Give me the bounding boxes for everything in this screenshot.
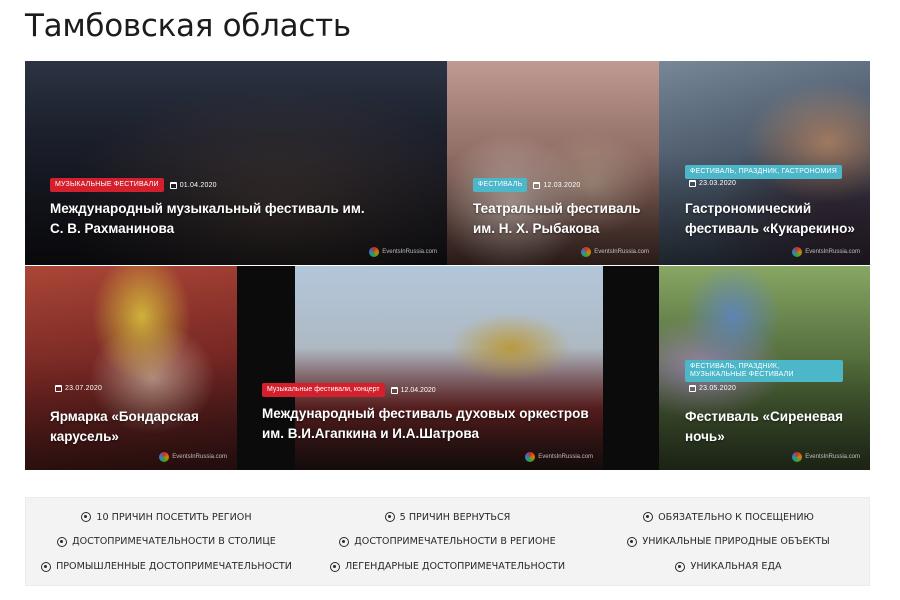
watermark-logo-icon <box>369 247 380 257</box>
watermark: EventsInRussia.com <box>792 247 860 257</box>
tile-meta-date: 23.05.2020 <box>689 385 736 392</box>
watermark-logo-icon <box>792 247 803 257</box>
tile-meta: Фестиваль, праздник, гастрономия <box>685 165 843 179</box>
watermark: EventsInRussia.com <box>159 452 227 462</box>
event-title[interactable]: Гастрономический фестиваль «Кукарекино» <box>685 199 855 239</box>
watermark: EventsInRussia.com <box>581 247 649 257</box>
watermark-logo-icon <box>159 452 170 462</box>
location-dot-icon <box>643 512 654 523</box>
category-badge[interactable]: Фестиваль <box>473 178 528 192</box>
watermark-logo-icon <box>792 452 803 462</box>
tile-meta: Фестиваль, праздник, музыкальные фестива… <box>685 360 843 382</box>
event-tile-kukarekino[interactable]: Фестиваль, праздник, гастрономия 23.03.2… <box>659 61 870 265</box>
calendar-icon <box>689 385 696 392</box>
event-date: 23.07.2020 <box>55 385 102 392</box>
location-dot-icon <box>675 561 686 572</box>
location-dot-icon <box>329 561 340 572</box>
event-date: 23.03.2020 <box>689 180 736 187</box>
event-tile-rachmaninov[interactable]: Музыкальные фестивали 01.04.2020 Междуна… <box>25 61 447 265</box>
event-title[interactable]: Театральный фестиваль им. Н. Х. Рыбакова <box>473 199 643 239</box>
link-10-reasons[interactable]: 10 причин посетить регион <box>26 505 307 530</box>
calendar-icon <box>169 181 177 189</box>
link-natural-sites[interactable]: Уникальные природные объекты <box>588 530 869 555</box>
location-dot-icon <box>81 512 92 523</box>
tile-meta: Фестиваль 12.03.2020 <box>473 178 580 192</box>
location-dot-icon <box>41 561 52 572</box>
watermark-logo-icon <box>581 247 592 257</box>
tile-meta: Музыкальные фестивали, концерт 12.04.202… <box>262 383 436 397</box>
event-title[interactable]: Ярмарка «Бондарская карусель» <box>50 407 220 447</box>
category-badge[interactable]: Фестиваль, праздник, музыкальные фестива… <box>685 360 843 382</box>
event-date: 12.03.2020 <box>533 181 580 189</box>
location-dot-icon <box>339 536 350 547</box>
location-dot-icon <box>384 512 395 523</box>
event-tile-lilac-night[interactable]: Фестиваль, праздник, музыкальные фестива… <box>659 266 870 470</box>
event-title[interactable]: Международный фестиваль духовых оркестро… <box>262 404 592 444</box>
link-legendary-sights[interactable]: Легендарные достопримечательности <box>307 554 588 579</box>
watermark: EventsInRussia.com <box>525 452 593 462</box>
link-region-sights[interactable]: Достопримечательности в регионе <box>307 530 588 555</box>
link-must-visit[interactable]: Обязательно к посещению <box>588 505 869 530</box>
location-dot-icon <box>627 536 638 547</box>
event-date: 01.04.2020 <box>169 181 217 189</box>
link-unique-food[interactable]: Уникальная еда <box>588 554 869 579</box>
tile-meta: 23.07.2020 <box>55 385 102 392</box>
watermark: EventsInRussia.com <box>792 452 860 462</box>
page-title: Тамбовская область <box>25 8 351 44</box>
link-industrial-sights[interactable]: Промышленные достопримечательности <box>26 554 307 579</box>
calendar-icon <box>533 181 541 189</box>
watermark-logo-icon <box>525 452 536 462</box>
event-title[interactable]: Фестиваль «Сиреневая ночь» <box>685 407 855 447</box>
event-title[interactable]: Международный музыкальный фестиваль им. … <box>50 199 380 239</box>
event-date: 12.04.2020 <box>390 386 436 394</box>
tile-meta: Музыкальные фестивали 01.04.2020 <box>50 178 217 192</box>
calendar-icon <box>390 386 398 394</box>
category-badge[interactable]: Музыкальные фестивали, концерт <box>262 383 385 397</box>
category-badge[interactable]: Музыкальные фестивали <box>50 178 164 192</box>
event-date: 23.05.2020 <box>689 385 736 392</box>
category-badge[interactable]: Фестиваль, праздник, гастрономия <box>685 165 843 179</box>
event-tile-bondari[interactable]: 23.07.2020 Ярмарка «Бондарская карусель»… <box>25 266 237 470</box>
region-links-panel: 10 причин посетить регион 5 причин верну… <box>25 497 870 586</box>
event-tile-rybakov[interactable]: Фестиваль 12.03.2020 Театральный фестива… <box>447 61 659 265</box>
watermark: EventsInRussia.com <box>369 247 437 257</box>
calendar-icon <box>689 180 696 187</box>
tile-meta-date: 23.03.2020 <box>689 180 736 187</box>
link-5-reasons[interactable]: 5 причин вернуться <box>307 505 588 530</box>
location-dot-icon <box>57 536 68 547</box>
link-capital-sights[interactable]: Достопримечательности в столице <box>26 530 307 555</box>
tile-letterbox-right <box>603 266 659 470</box>
calendar-icon <box>55 385 62 392</box>
